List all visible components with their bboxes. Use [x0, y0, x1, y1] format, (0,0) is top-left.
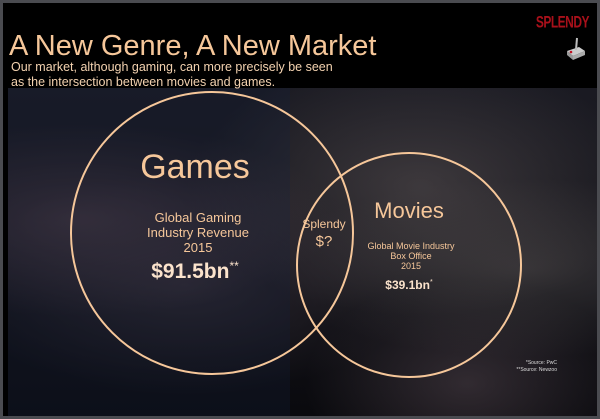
games-footnote-mark: ** — [229, 259, 239, 273]
overlap-value: $? — [315, 233, 333, 250]
games-year: 2015 — [183, 240, 213, 255]
games-label: Games — [140, 148, 250, 186]
movies-desc-line2: Box Office — [390, 251, 432, 261]
movies-desc: Global Movie Industry Box Office 2015 — [367, 241, 454, 271]
games-value-text: $91.5bn — [151, 260, 230, 283]
slide: A New Genre, A New Market Our market, al… — [3, 3, 597, 416]
games-desc-line2: Industry Revenue — [147, 225, 249, 240]
games-desc-line1: Global Gaming — [154, 210, 242, 225]
movies-label: Movies — [374, 198, 444, 223]
movies-year: 2015 — [400, 261, 422, 271]
games-value: $91.5bn** — [151, 259, 239, 284]
source-pwc: *Source: PwC — [525, 360, 557, 366]
games-desc: Global Gaming Industry Revenue 2015 — [147, 210, 249, 255]
movies-desc-line1: Global Movie Industry — [367, 241, 455, 251]
overlap-label: Splendy — [302, 217, 346, 231]
source-newzoo: **Source: Newzoo — [516, 367, 557, 373]
sources: *Source: PwC **Source: Newzoo — [516, 360, 557, 374]
venn-diagram — [70, 91, 522, 378]
movies-value: $39.1bn* — [385, 278, 432, 292]
movies-footnote-mark: * — [429, 279, 433, 286]
movies-value-text: $39.1bn — [385, 278, 430, 292]
overlap: Splendy $? — [302, 216, 345, 250]
